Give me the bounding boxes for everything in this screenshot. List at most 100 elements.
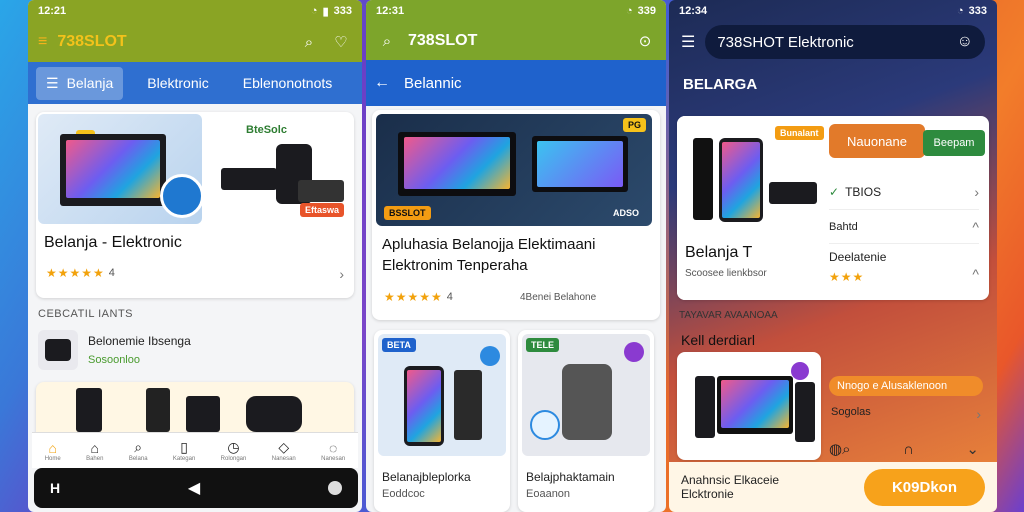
menu-icon[interactable]: ☰	[681, 32, 695, 52]
laptop-image	[398, 132, 516, 196]
nav-item-search[interactable]: ⌕ Belana	[129, 439, 148, 462]
product-subtitle: Eoaanon	[526, 488, 571, 500]
product-card[interactable]: BETA Belanajbleplorka Eoddcoc	[374, 330, 510, 512]
search-icon: ⌕	[134, 439, 143, 455]
receiver-image	[221, 168, 277, 190]
phone-image	[76, 388, 102, 432]
featured-card[interactable]: ▣ BteSolc Eftaswa Belanja - Elektronic ★…	[36, 112, 354, 298]
item-title: Belonemie Ibsenga	[88, 334, 191, 348]
tab-belanja[interactable]: ☰ Belanja	[36, 66, 124, 100]
status-bar: 12:31 ◔ 339	[366, 0, 666, 22]
bookmark-icon[interactable]: ∩	[903, 441, 914, 458]
nav-item-bahen[interactable]: ⌂ Bahen	[86, 440, 103, 462]
monitor-image	[717, 376, 793, 434]
featured-rating: ★★★★★ 4	[46, 266, 115, 280]
product-card[interactable]: TELE Belajphaktamain Eoaanon	[518, 330, 654, 512]
item-subtitle: Sosoonloo	[88, 354, 140, 366]
bottom-nav: ⌂ Home ⌂ Bahen ⌕ Belana ▯ Kategan ◷ Rolongan …	[32, 432, 358, 468]
search-input[interactable]: 738SHOT Elektronic	[717, 34, 853, 51]
wifi-icon: ◔	[625, 5, 633, 17]
featured-card[interactable]: BSSLOT ADSO PG Apluhasia Belanojja Elekt…	[372, 110, 660, 320]
section-label: CEBCATIL IANTS	[38, 308, 134, 320]
tab-eblenonotnots[interactable]: Eblenonotnots	[233, 67, 343, 99]
green-button[interactable]: Beepam	[923, 130, 985, 156]
remote-image	[693, 138, 713, 220]
rating-stars: ★★★	[829, 270, 865, 284]
promo-circle	[160, 174, 202, 218]
featured-tag: Bunalant	[775, 126, 824, 140]
orange-button[interactable]: Nauonane	[829, 124, 925, 158]
phone-image	[719, 138, 763, 222]
home-icon: ⌂	[48, 439, 57, 456]
option-list: ✓ TBIOS › Bahtd ^ Deelatenie ★★★ ^	[829, 174, 979, 294]
shield-icon: ◇	[278, 439, 290, 455]
rating-value: 4	[446, 291, 453, 303]
product-card[interactable]	[677, 352, 821, 460]
camera-image-2	[246, 396, 302, 432]
featured-title: Apluhasia Belanojja Elektimaani Elektron…	[382, 236, 596, 274]
system-nav-bar: H ◀	[34, 468, 358, 508]
list-item[interactable]: Deelatenie ★★★ ^	[829, 244, 979, 294]
tablet-image	[186, 396, 220, 432]
page-title: Belannic	[404, 74, 462, 92]
menu-lines-icon[interactable]: ≡	[38, 33, 47, 51]
home-button-icon[interactable]	[328, 481, 342, 495]
back-arrow-icon[interactable]: ←	[374, 74, 390, 92]
promo-chip[interactable]: Nnogo e Alusaklenoon	[829, 376, 983, 396]
chevron-right-icon: ›	[974, 183, 979, 200]
monitor-image	[60, 134, 166, 206]
promo-circle	[530, 410, 560, 440]
chevron-right-icon[interactable]: ›	[339, 266, 344, 282]
rating-stars: ★★★★★	[384, 290, 443, 304]
product-tag-icon	[791, 362, 809, 380]
list-item[interactable]: ✓ TBIOS ›	[829, 174, 979, 210]
bottom-title: Anahnsic Elkaceie Elcktronie	[681, 473, 780, 501]
colorwheel-icon[interactable]: ◍⌕	[829, 440, 851, 458]
category-tabs: ☰ Belanja Blektronic Eblenonotnots	[28, 62, 362, 104]
search-icon[interactable]: ⌕	[298, 31, 320, 53]
action-icons: ◍⌕ ∩ ⌄	[829, 440, 979, 459]
search-bar[interactable]: 738SHOT Elektronic ☺	[705, 25, 985, 59]
back-icon[interactable]: ◀	[188, 478, 200, 498]
nav-item-home[interactable]: ⌂ Home	[45, 440, 61, 462]
menu-icon: ☰	[46, 74, 59, 91]
product-subtitle: Eoddcoc	[382, 488, 425, 500]
battery-level: 333	[968, 5, 987, 17]
nav-item-pesan[interactable]: ◇ Nanesan	[272, 439, 296, 462]
battery-level: 339	[637, 5, 656, 17]
sub-header: ← Belannic	[366, 60, 666, 106]
product-title: Belajphaktamain	[526, 470, 615, 484]
system-home-label[interactable]: H	[50, 480, 60, 496]
chevron-down-icon[interactable]: ⌄	[966, 440, 979, 458]
featured-badge: BteSolc	[246, 124, 287, 136]
promo-label: Eftaswa	[300, 203, 345, 217]
info-icon: ◌	[329, 439, 338, 456]
product-tag-icon	[480, 346, 500, 366]
featured-card[interactable]: Bunalant Belanja T Scoosee lienkbsor Nau…	[677, 116, 989, 300]
more-icon[interactable]: ⊙	[634, 30, 656, 52]
search-icon[interactable]: ⌕	[376, 30, 398, 52]
nav-item-kategori[interactable]: ▯ Kategan	[173, 439, 195, 462]
list-item[interactable]: Belonemie Ibsenga Sosoonloo	[38, 330, 191, 370]
book-icon: ▯	[180, 439, 188, 455]
featured-image: Bunalant Belanja T Scoosee lienkbsor	[677, 116, 824, 300]
nav-item-promo[interactable]: ◷ Rolongan	[221, 439, 247, 462]
cta-button[interactable]: K09Dkon	[863, 468, 985, 506]
tab-blektronic[interactable]: Blektronic	[137, 67, 218, 99]
chevron-right-icon: ›	[976, 406, 981, 422]
chat-icon[interactable]: ☺	[957, 33, 973, 51]
speaker-image	[562, 364, 612, 440]
featured-subtitle: Scoosee lienkbsor	[685, 268, 767, 279]
brand-logo: 738SLOT	[408, 32, 478, 49]
phone-image	[404, 366, 444, 446]
featured-title: Belanja - Elektronic	[44, 234, 182, 251]
signal-icon: ▮	[322, 5, 329, 18]
home-outline-icon: ⌂	[90, 439, 99, 456]
chat-icon[interactable]: ♡	[330, 31, 352, 53]
nav-item-info[interactable]: ◌ Nanesan	[321, 440, 345, 462]
check-icon: ✓	[829, 184, 840, 199]
promo-row[interactable]: Sogolas ›	[831, 406, 981, 422]
list-item[interactable]: Bahtd ^	[829, 210, 979, 244]
laptop-image-2	[532, 136, 628, 192]
wifi-icon: ◔	[310, 5, 318, 17]
